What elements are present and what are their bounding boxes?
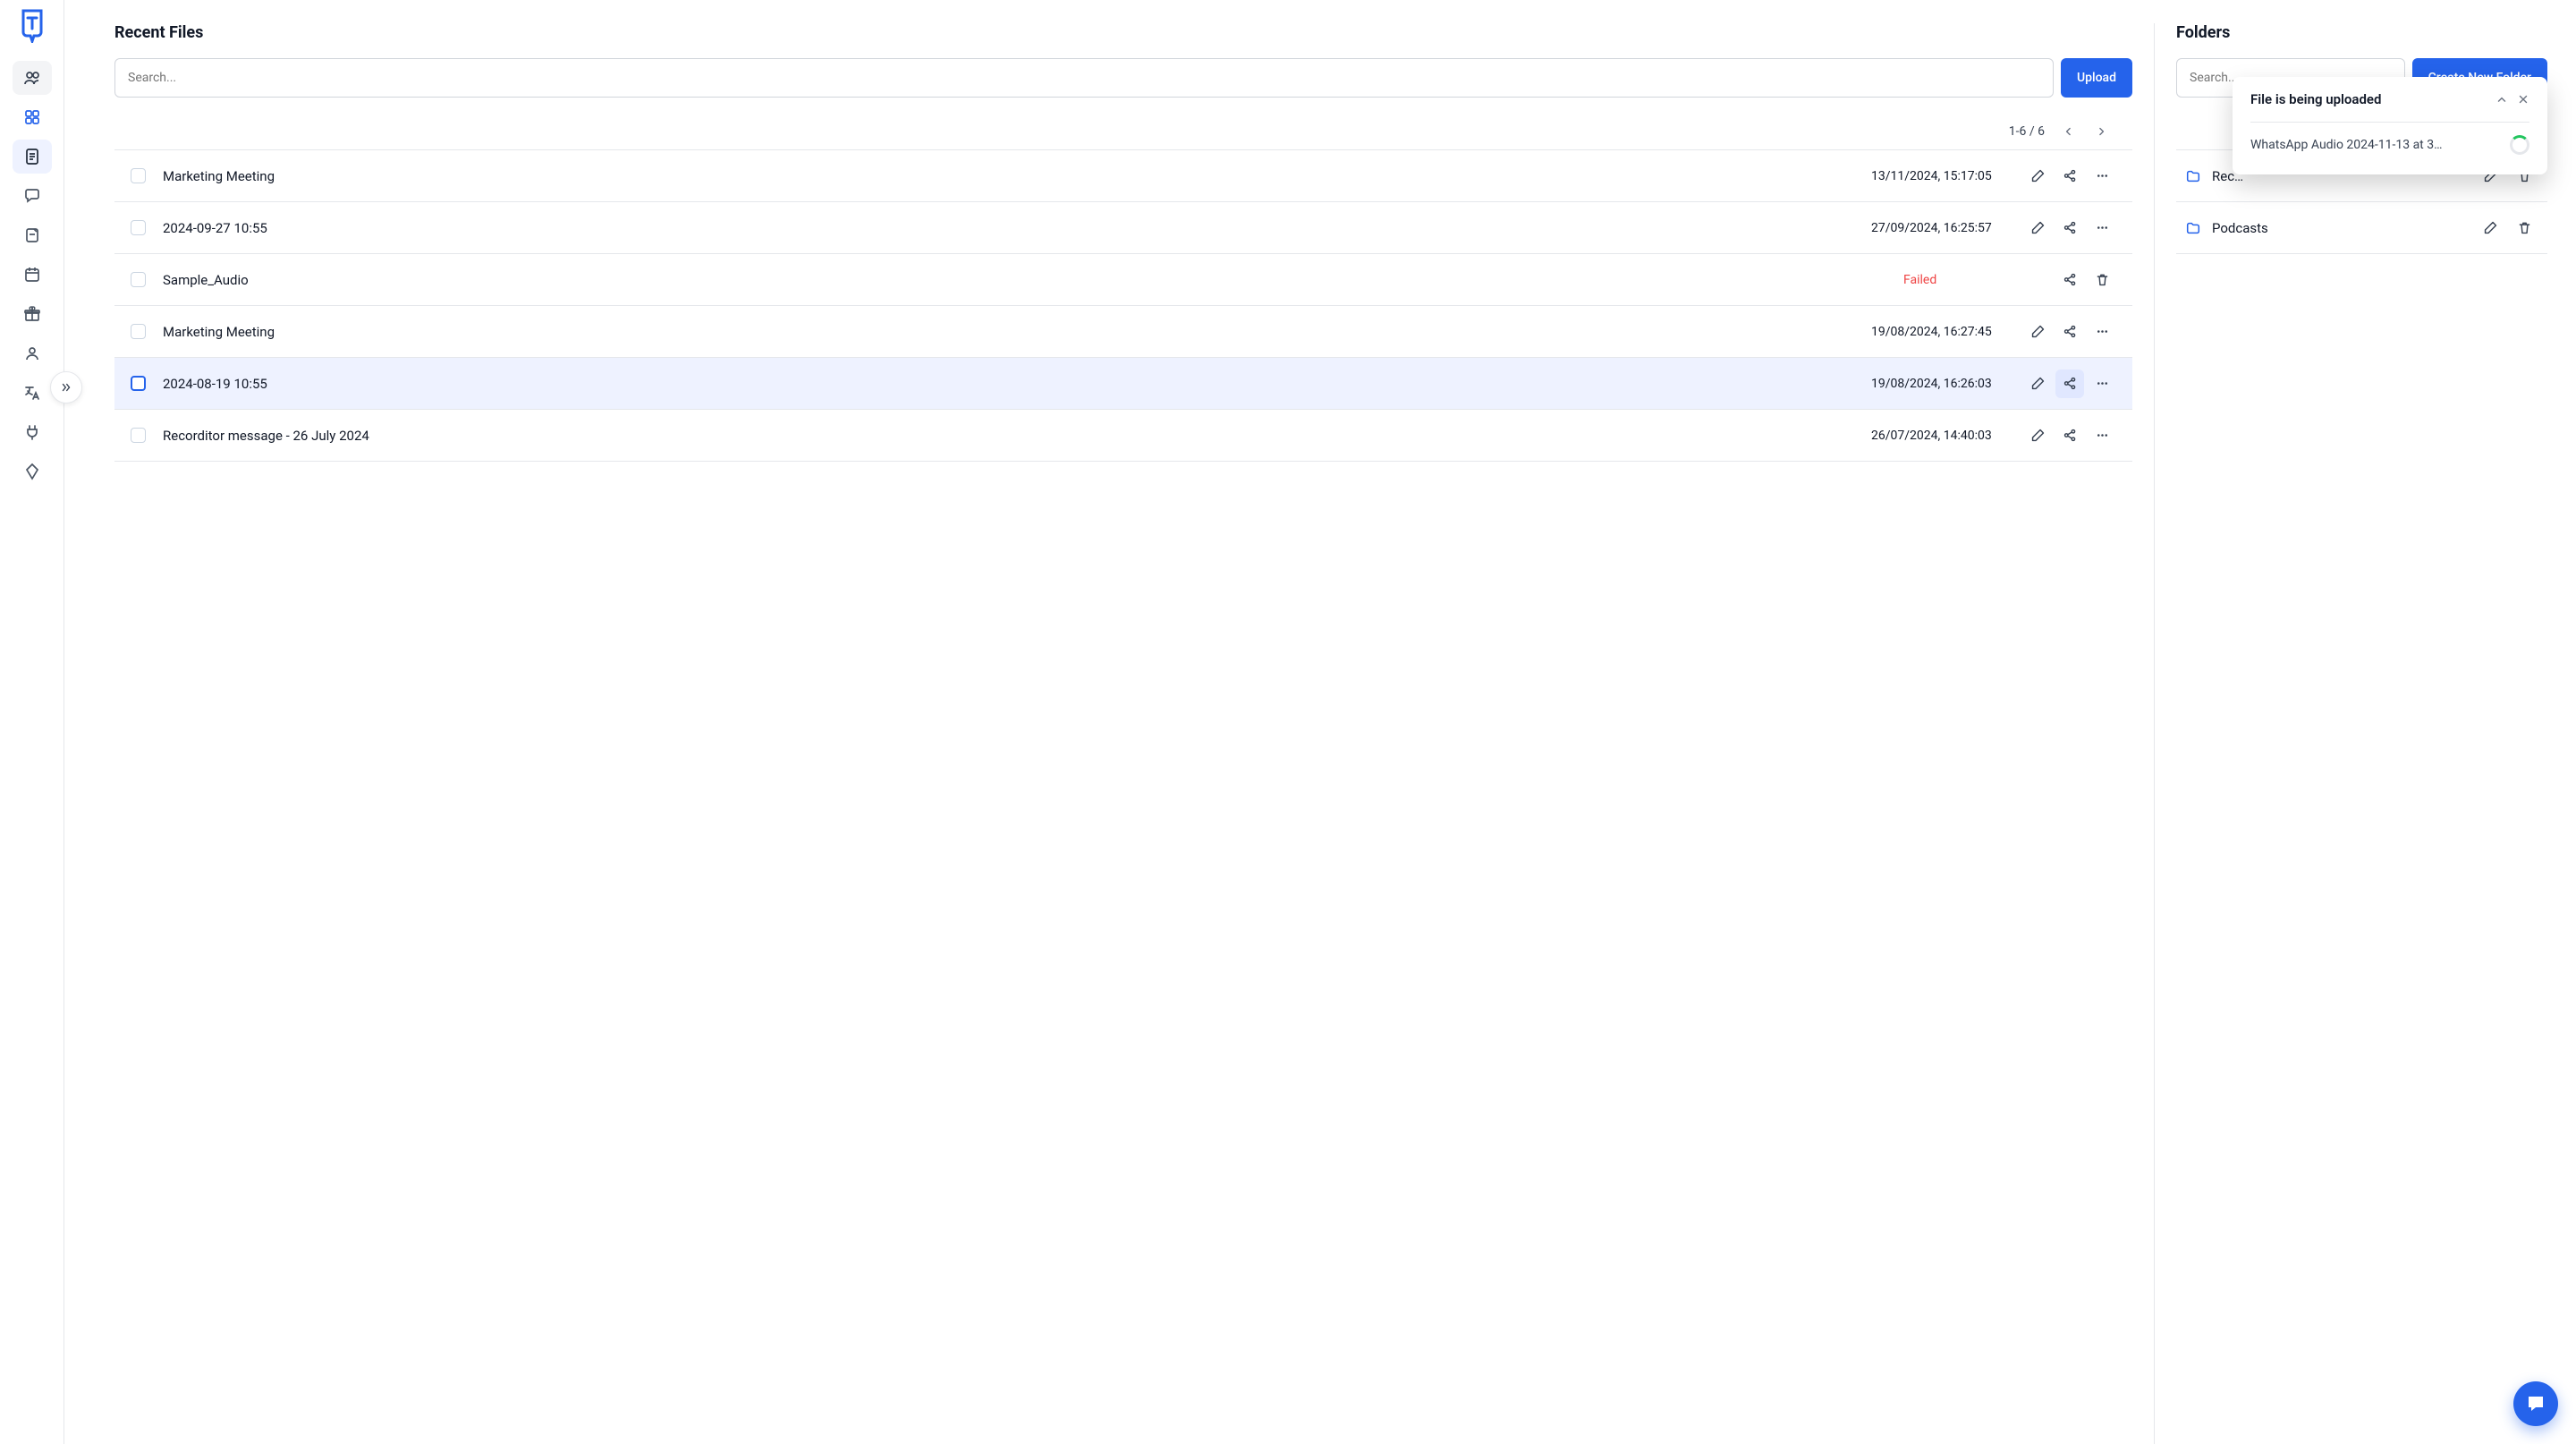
file-row-checkbox[interactable] bbox=[131, 324, 146, 339]
edit-icon-button[interactable] bbox=[2023, 369, 2052, 398]
pagination-prev[interactable] bbox=[2057, 121, 2079, 142]
file-row[interactable]: Sample_AudioFailed bbox=[114, 254, 2132, 306]
file-row-name: Marketing Meeting bbox=[163, 168, 1871, 184]
file-row-checkbox[interactable] bbox=[131, 272, 146, 287]
file-row-timestamp: 19/08/2024, 16:27:45 bbox=[1871, 325, 2023, 339]
pagination: 1-6 / 6 bbox=[114, 114, 2132, 149]
sidebar-item-people[interactable] bbox=[13, 61, 52, 95]
edit-icon-button[interactable] bbox=[2023, 162, 2052, 191]
recent-files-search-input[interactable] bbox=[114, 58, 2054, 98]
recent-files-panel: Recent Files Upload 1-6 / 6 Marketing Me… bbox=[114, 23, 2132, 1444]
file-row-timestamp: 27/09/2024, 16:25:57 bbox=[1871, 221, 2023, 235]
folder-row[interactable]: Podcasts bbox=[2176, 202, 2547, 254]
file-row-name: Sample_Audio bbox=[163, 272, 1903, 288]
file-row-timestamp: 19/08/2024, 16:26:03 bbox=[1871, 377, 2023, 391]
edit-icon-button[interactable] bbox=[2023, 214, 2052, 242]
sidebar-item-dashboard[interactable] bbox=[13, 100, 52, 134]
folders-panel: Folders Create New Folder Rec…Podcasts bbox=[2154, 23, 2547, 1444]
upload-toast: File is being uploaded WhatsApp Audio 20… bbox=[2233, 77, 2547, 174]
file-row[interactable]: 2024-08-19 10:5519/08/2024, 16:26:03 bbox=[114, 358, 2132, 410]
file-row-checkbox[interactable] bbox=[131, 168, 146, 183]
file-row-timestamp: 13/11/2024, 15:17:05 bbox=[1871, 169, 2023, 183]
chat-fab[interactable] bbox=[2513, 1381, 2558, 1426]
share-icon-button[interactable] bbox=[2055, 318, 2084, 346]
more-icon-button[interactable] bbox=[2088, 369, 2116, 398]
folder-row-name: Podcasts bbox=[2212, 220, 2476, 236]
file-row[interactable]: Marketing Meeting19/08/2024, 16:27:45 bbox=[114, 306, 2132, 358]
file-row-name: 2024-08-19 10:55 bbox=[163, 376, 1871, 392]
folder-edit-button[interactable] bbox=[2476, 214, 2504, 242]
folder-delete-button[interactable] bbox=[2510, 214, 2538, 242]
upload-spinner-icon bbox=[2510, 135, 2529, 155]
sidebar-item-premium[interactable] bbox=[13, 454, 52, 488]
pagination-range: 1-6 / 6 bbox=[2009, 124, 2045, 139]
edit-icon-button[interactable] bbox=[2023, 318, 2052, 346]
sidebar-item-calendar[interactable] bbox=[13, 258, 52, 292]
file-row-timestamp: 26/07/2024, 14:40:03 bbox=[1871, 429, 2023, 443]
upload-button[interactable]: Upload bbox=[2061, 58, 2132, 98]
folders-title: Folders bbox=[2176, 23, 2547, 42]
share-icon-button[interactable] bbox=[2055, 162, 2084, 191]
share-icon-button[interactable] bbox=[2055, 214, 2084, 242]
file-row-checkbox[interactable] bbox=[131, 376, 146, 391]
more-icon-button[interactable] bbox=[2088, 214, 2116, 242]
folder-icon bbox=[2185, 220, 2212, 236]
edit-icon-button[interactable] bbox=[2023, 421, 2052, 450]
sidebar-item-notes[interactable] bbox=[13, 218, 52, 252]
folder-icon bbox=[2185, 168, 2212, 184]
file-row-checkbox[interactable] bbox=[131, 428, 146, 443]
sidebar-item-integrations[interactable] bbox=[13, 415, 52, 449]
app-logo bbox=[20, 9, 45, 43]
recent-files-title: Recent Files bbox=[114, 23, 2132, 42]
sidebar-item-profile[interactable] bbox=[13, 336, 52, 370]
more-icon-button[interactable] bbox=[2088, 162, 2116, 191]
file-row-name: Recorditor message - 26 July 2024 bbox=[163, 428, 1871, 444]
file-row-checkbox[interactable] bbox=[131, 220, 146, 235]
share-icon-button[interactable] bbox=[2055, 369, 2084, 398]
sidebar-item-gifts[interactable] bbox=[13, 297, 52, 331]
sidebar-item-chat[interactable] bbox=[13, 179, 52, 213]
file-row[interactable]: Recorditor message - 26 July 202426/07/2… bbox=[114, 410, 2132, 462]
sidebar-item-translate[interactable] bbox=[13, 376, 52, 410]
more-icon-button[interactable] bbox=[2088, 421, 2116, 450]
file-row-status: Failed bbox=[1903, 273, 2055, 287]
upload-toast-collapse[interactable] bbox=[2496, 93, 2508, 106]
file-row-name: 2024-09-27 10:55 bbox=[163, 220, 1871, 236]
share-icon-button[interactable] bbox=[2055, 421, 2084, 450]
pagination-next[interactable] bbox=[2091, 121, 2113, 142]
upload-toast-title: File is being uploaded bbox=[2250, 91, 2487, 107]
file-row-name: Marketing Meeting bbox=[163, 324, 1871, 340]
more-icon-button[interactable] bbox=[2088, 318, 2116, 346]
delete-icon-button[interactable] bbox=[2088, 266, 2116, 294]
upload-toast-close[interactable] bbox=[2517, 93, 2529, 106]
sidebar-item-files[interactable] bbox=[13, 140, 52, 174]
share-icon-button[interactable] bbox=[2055, 266, 2084, 294]
sidebar bbox=[0, 0, 64, 1444]
upload-toast-filename: WhatsApp Audio 2024-11-13 at 3… bbox=[2250, 138, 2499, 152]
file-row[interactable]: Marketing Meeting13/11/2024, 15:17:05 bbox=[114, 150, 2132, 202]
file-row[interactable]: 2024-09-27 10:5527/09/2024, 16:25:57 bbox=[114, 202, 2132, 254]
